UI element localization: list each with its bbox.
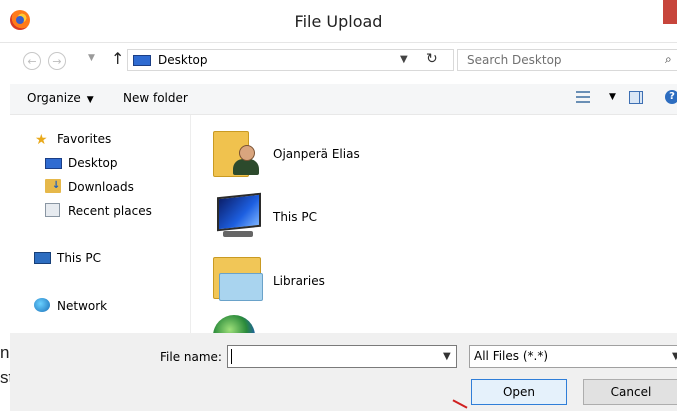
file-name-input[interactable]: ▼ — [227, 345, 457, 368]
downloads-folder-icon — [45, 179, 61, 193]
file-type-value: All Files (*.*) — [474, 349, 549, 363]
recent-locations-chevron-icon[interactable]: ▼ — [88, 53, 95, 63]
search-placeholder: Search Desktop — [467, 53, 562, 67]
forward-button[interactable]: → — [48, 52, 66, 70]
chevron-down-icon[interactable]: ▼ — [400, 54, 408, 65]
nav-item-network[interactable]: Network — [57, 299, 107, 313]
computer-icon[interactable] — [213, 192, 263, 239]
network-icon — [34, 298, 50, 312]
nav-item-downloads[interactable]: Downloads — [68, 180, 134, 194]
chevron-down-icon[interactable]: ▼ — [609, 92, 616, 102]
chevron-down-icon[interactable]: ▼ — [443, 351, 451, 362]
preview-pane-icon[interactable] — [629, 91, 643, 104]
search-icon[interactable]: ⌕ — [665, 52, 672, 67]
desktop-icon — [45, 158, 62, 169]
nav-item-this-pc[interactable]: This PC — [57, 251, 101, 265]
list-item[interactable]: Ojanperä Elias — [273, 147, 360, 161]
desktop-icon — [133, 55, 151, 66]
open-button[interactable]: Open — [471, 379, 567, 405]
back-button[interactable]: ← — [23, 52, 41, 70]
chevron-down-icon: ▼ — [86, 95, 94, 105]
address-bar[interactable]: Desktop ▼ ↻ — [127, 49, 454, 71]
user-folder-icon[interactable] — [213, 125, 261, 177]
list-item[interactable]: Libraries — [273, 274, 325, 288]
nav-item-desktop[interactable]: Desktop — [68, 156, 118, 170]
organize-button[interactable]: Organize ▼ — [27, 91, 94, 105]
change-view-icon[interactable] — [576, 91, 590, 104]
title-bar: File Upload — [0, 0, 677, 43]
search-input[interactable]: Search Desktop ⌕ — [457, 49, 677, 71]
nav-item-favorites[interactable]: Favorites — [57, 132, 111, 146]
address-location: Desktop — [158, 53, 208, 67]
close-button[interactable] — [663, 0, 677, 24]
file-name-label: File name: — [160, 350, 222, 364]
window-title: File Upload — [294, 12, 383, 31]
libraries-icon[interactable] — [213, 255, 265, 303]
help-icon[interactable]: ? — [665, 90, 677, 104]
navigation-pane: ★ Favorites Desktop Downloads Recent pla… — [10, 115, 191, 333]
refresh-icon[interactable]: ↻ — [426, 51, 438, 67]
file-list: Ojanperä Elias This PC Libraries — [191, 115, 677, 333]
list-item[interactable]: This PC — [273, 210, 317, 224]
nav-item-recent-places[interactable]: Recent places — [68, 204, 152, 218]
organize-label: Organize — [27, 91, 81, 105]
up-arrow-icon[interactable]: ↑ — [111, 49, 124, 68]
cancel-button[interactable]: Cancel — [583, 379, 677, 405]
chevron-down-icon: ▼ — [672, 351, 677, 362]
computer-icon — [34, 252, 51, 264]
file-dialog-footer: File name: ▼ All Files (*.*) ▼ Open Canc… — [10, 333, 677, 411]
network-globe-icon[interactable] — [213, 315, 255, 333]
new-folder-button[interactable]: New folder — [123, 91, 188, 105]
star-icon: ★ — [35, 132, 48, 148]
text-caret — [231, 349, 232, 364]
address-row: ← → ▼ ↑ Desktop ▼ ↻ Search Desktop ⌕ — [10, 43, 677, 77]
file-type-select[interactable]: All Files (*.*) ▼ — [469, 345, 677, 368]
recent-places-icon — [45, 203, 60, 217]
command-bar: Organize ▼ New folder ▼ ? — [10, 84, 677, 115]
